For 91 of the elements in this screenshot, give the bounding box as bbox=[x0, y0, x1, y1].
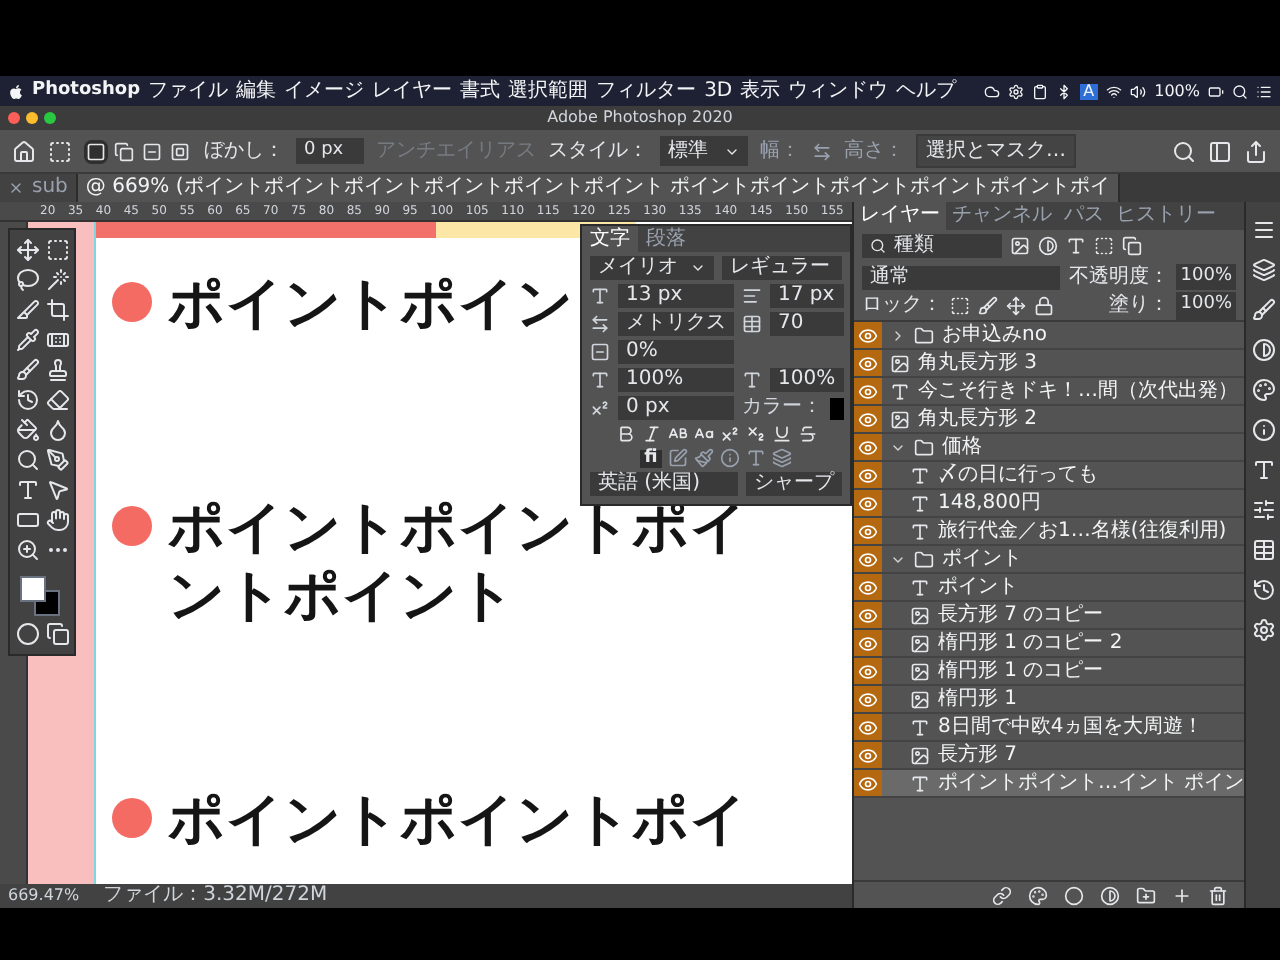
color-label: カラー： bbox=[742, 398, 822, 418]
layer-row[interactable]: 角丸長方形 2 bbox=[854, 406, 1244, 434]
style-dropdown[interactable]: 標準 bbox=[660, 136, 748, 166]
font-family-dropdown[interactable]: メイリオ bbox=[590, 256, 714, 280]
layer-name: 角丸長方形 3 bbox=[918, 353, 1038, 373]
language-dropdown[interactable]: 英語 (米国) bbox=[590, 472, 738, 496]
layer-name: ポイントポイント…イント ポイン bbox=[938, 773, 1245, 793]
layer-name: 長方形 7 bbox=[938, 745, 1018, 765]
window-title: Adobe Photoshop 2020 bbox=[547, 106, 733, 130]
menu-item[interactable]: 編集 bbox=[236, 81, 277, 101]
layer-row[interactable]: ポイント bbox=[854, 546, 1244, 574]
menu-item[interactable]: ファイル bbox=[148, 81, 229, 101]
file-size: ファイル：3.32M/272M bbox=[103, 886, 328, 906]
layer-row[interactable]: 長方形 7 bbox=[854, 742, 1244, 770]
feather-field[interactable]: 0 px bbox=[296, 137, 364, 165]
layer-row[interactable]: 楕円形 1 のコピー 2 bbox=[854, 630, 1244, 658]
layer-name: 8日間で中欧4ヵ国を大周遊！ bbox=[938, 717, 1204, 737]
value-field[interactable]: 100% bbox=[770, 368, 844, 392]
layer-row[interactable]: 148,800円 bbox=[854, 490, 1244, 518]
menu-item[interactable]: 選択範囲 bbox=[508, 81, 589, 101]
lock-label: ロック： bbox=[862, 296, 942, 316]
layer-row[interactable]: 角丸長方形 3 bbox=[854, 350, 1244, 378]
blend-mode-dropdown[interactable]: 通常 bbox=[862, 265, 1061, 289]
filter-kind-dropdown[interactable]: 種類 bbox=[862, 234, 1002, 258]
feather-label: ぼかし： bbox=[204, 138, 284, 166]
input-mode-badge[interactable]: A bbox=[1079, 83, 1099, 99]
menu-item[interactable]: フィルター bbox=[596, 81, 697, 101]
value-field[interactable]: メトリクス bbox=[618, 312, 734, 336]
layer-name: 今こそ行きドキ！…間（次代出発） bbox=[918, 381, 1238, 401]
value-field[interactable]: 100% bbox=[618, 368, 734, 392]
layer-row[interactable]: 価格 bbox=[854, 434, 1244, 462]
opacity-field[interactable]: 100% bbox=[1176, 263, 1236, 291]
opacity-label: 不透明度： bbox=[1068, 267, 1169, 287]
value-field[interactable]: 0% bbox=[618, 340, 734, 364]
layer-row[interactable]: 長方形 7 のコピー bbox=[854, 602, 1244, 630]
menu-item[interactable]: レイヤー bbox=[372, 81, 453, 101]
menu-item[interactable]: 書式 bbox=[460, 81, 501, 101]
panel-tab[interactable]: チャンネル bbox=[946, 202, 1058, 230]
menu-item[interactable]: ヘルプ bbox=[896, 81, 957, 101]
value-field[interactable]: 0 px bbox=[618, 396, 734, 420]
heading-text: ポイントポイントポイ bbox=[168, 494, 748, 562]
antialias-dropdown[interactable]: シャープ bbox=[746, 472, 842, 496]
menu-item[interactable]: 表示 bbox=[740, 81, 781, 101]
value-field[interactable]: 70 bbox=[770, 312, 844, 336]
panel-tab[interactable]: 段落 bbox=[638, 226, 694, 252]
layer-name: ポイント bbox=[942, 549, 1022, 569]
ligature-button[interactable]: fi bbox=[640, 449, 662, 467]
value-field[interactable]: 13 px bbox=[618, 284, 734, 308]
panel-tab[interactable]: 文字 bbox=[582, 226, 638, 252]
layer-name: 楕円形 1 bbox=[938, 689, 1018, 709]
app-menu[interactable]: Photoshop bbox=[32, 77, 141, 105]
panel-tab[interactable]: ヒストリー bbox=[1110, 202, 1222, 230]
layer-name: 長方形 7 のコピー bbox=[938, 605, 1104, 625]
panel-tab[interactable]: パス bbox=[1058, 202, 1110, 230]
zoom-level: 669.47% bbox=[8, 884, 80, 908]
heading-text: ントポイント bbox=[168, 562, 518, 630]
select-and-mask-button[interactable]: 選択とマスク… bbox=[916, 134, 1076, 168]
layer-name: 角丸長方形 2 bbox=[918, 409, 1038, 429]
layer-row[interactable]: 旅行代金／お1…名様(往復利用) bbox=[854, 518, 1244, 546]
layer-name: 価格 bbox=[942, 437, 982, 457]
layer-name: お申込みno bbox=[942, 325, 1047, 345]
layer-name: ポイント bbox=[938, 577, 1018, 597]
fill-label: 塗り： bbox=[1108, 296, 1169, 316]
layer-row[interactable]: 楕円形 1 bbox=[854, 686, 1244, 714]
fill-field[interactable]: 100% bbox=[1176, 292, 1236, 320]
menu-item[interactable]: 3D bbox=[704, 81, 733, 101]
battery-percent: 100% bbox=[1154, 79, 1200, 103]
layer-row[interactable]: 今こそ行きドキ！…間（次代出発） bbox=[854, 378, 1244, 406]
heading-text: ポイントポイン bbox=[168, 270, 574, 338]
document-tab[interactable]: @ 669% (ポイントポイントポイントポイントポイントポイント ポイントポイントポイントポイントポイントポイ bbox=[77, 174, 1120, 202]
layer-row[interactable]: お申込みno bbox=[854, 322, 1244, 350]
layer-row[interactable]: 8日間で中欧4ヵ国を大周遊！ bbox=[854, 714, 1244, 742]
width-label: 幅： bbox=[760, 138, 800, 166]
layer-row[interactable]: ポイント bbox=[854, 574, 1244, 602]
document-tab[interactable]: sub bbox=[0, 174, 78, 202]
layer-name: 〆の日に行っても bbox=[938, 465, 1098, 485]
layer-name: 旅行代金／お1…名様(往復利用) bbox=[938, 521, 1227, 541]
layer-name: 楕円形 1 のコピー bbox=[938, 661, 1104, 681]
menu-item[interactable]: ウィンドウ bbox=[788, 81, 889, 101]
layer-name: 148,800円 bbox=[938, 493, 1041, 513]
value-field[interactable]: 17 px bbox=[770, 284, 844, 308]
panel-tab[interactable]: レイヤー bbox=[854, 202, 946, 230]
style-label: スタイル： bbox=[548, 138, 648, 166]
height-label: 高さ： bbox=[844, 137, 904, 166]
heading-text: ポイントポイントポイ bbox=[168, 786, 748, 854]
layer-row[interactable]: ポイントポイント…イント ポイン bbox=[854, 770, 1244, 798]
font-style-dropdown[interactable]: レギュラー bbox=[722, 256, 842, 280]
layer-row[interactable]: 〆の日に行っても bbox=[854, 462, 1244, 490]
layer-row[interactable]: 楕円形 1 のコピー bbox=[854, 658, 1244, 686]
menu-item[interactable]: イメージ bbox=[284, 81, 365, 101]
layer-name: 楕円形 1 のコピー 2 bbox=[938, 633, 1123, 653]
